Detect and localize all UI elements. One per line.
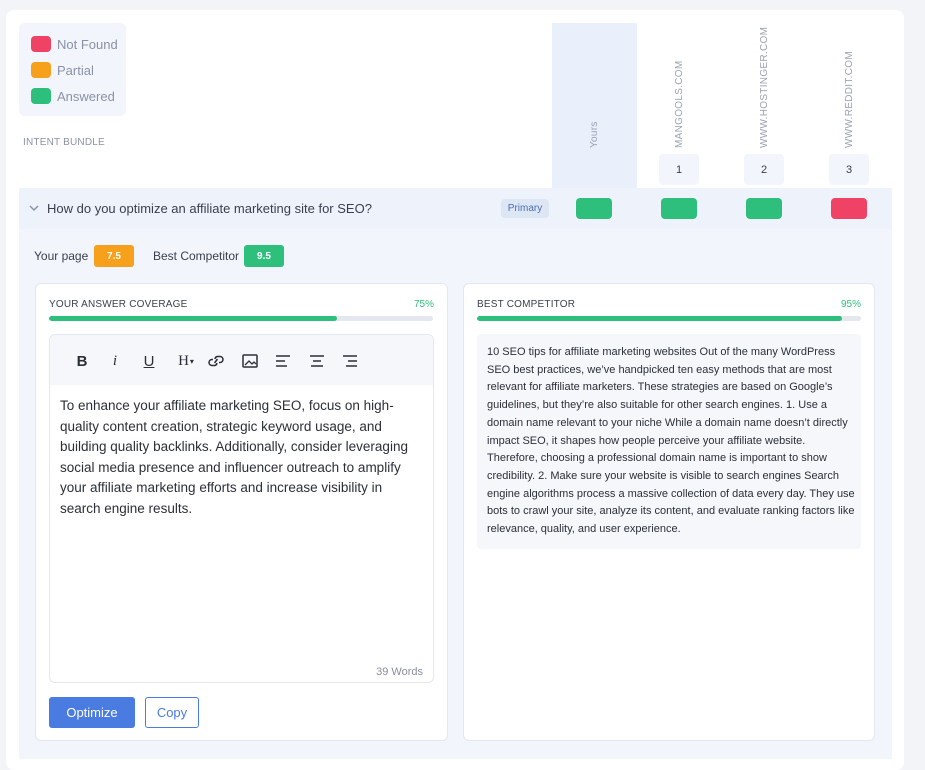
- link-icon[interactable]: [206, 351, 226, 371]
- chevron-down-icon[interactable]: [27, 201, 41, 215]
- partial-swatch: [31, 62, 51, 78]
- status-legend: Not Found Partial Answered: [19, 23, 126, 116]
- not-found-swatch: [31, 36, 51, 52]
- align-right-icon[interactable]: [340, 351, 360, 371]
- align-center-icon[interactable]: [307, 351, 327, 371]
- legend-label: Answered: [57, 88, 115, 104]
- heading-icon[interactable]: H ▾: [172, 351, 200, 371]
- coverage-bar: [49, 316, 433, 321]
- best-competitor-score: 9.5: [244, 245, 284, 267]
- primary-badge: Primary: [501, 199, 549, 218]
- coverage-bar: [477, 316, 861, 321]
- legend-label: Not Found: [57, 36, 118, 52]
- question-text: How do you optimize an affiliate marketi…: [47, 201, 372, 216]
- bold-icon[interactable]: B: [72, 351, 92, 371]
- best-competitor-panel: BEST COMPETITOR 95% 10 SEO tips for affi…: [463, 283, 875, 741]
- coverage-bar-fill: [477, 316, 842, 321]
- underline-icon[interactable]: U: [139, 351, 159, 371]
- competitor-site-label: WWW.HOSTINGER.COM: [759, 26, 770, 148]
- legend-answered: Answered: [31, 87, 115, 105]
- italic-icon[interactable]: i: [105, 351, 125, 371]
- competitor-site-label: MANGOOLS.COM: [674, 60, 685, 149]
- image-icon[interactable]: [240, 351, 260, 371]
- coverage-bar-fill: [49, 316, 337, 321]
- your-page-label: Your page: [34, 249, 89, 263]
- best-competitor-label: Best Competitor: [153, 249, 240, 263]
- align-left-icon[interactable]: [273, 351, 293, 371]
- status-mangools: [661, 198, 697, 219]
- competitor-rank: 2: [744, 154, 784, 185]
- optimize-button[interactable]: Optimize: [49, 697, 135, 728]
- legend-partial: Partial: [31, 61, 94, 79]
- answer-editor[interactable]: B i U H ▾ To enhance your affiliate mark…: [49, 334, 434, 683]
- competitor-site-label: WWW.REDDIT.COM: [844, 51, 855, 148]
- competitor-answer-box: 10 SEO tips for affiliate marketing webs…: [477, 334, 861, 549]
- yours-header-label: Yours: [589, 121, 600, 148]
- status-reddit: [831, 198, 867, 219]
- coverage-percent: 75%: [413, 299, 434, 310]
- question-detail: Your page 7.5 Best Competitor 9.5 YOUR A…: [19, 229, 892, 759]
- yours-column-header: [552, 23, 637, 188]
- competitor-rank: 3: [829, 154, 869, 185]
- panel-title: YOUR ANSWER COVERAGE: [49, 299, 188, 310]
- intent-bundle-label: INTENT BUNDLE: [23, 137, 105, 148]
- answer-coverage-panel: YOUR ANSWER COVERAGE 75% B i U H ▾ To en…: [35, 283, 448, 741]
- your-page-score: 7.5: [94, 245, 134, 267]
- question-row[interactable]: How do you optimize an affiliate marketi…: [19, 188, 892, 229]
- panel-title: BEST COMPETITOR: [477, 299, 576, 310]
- competitor-rank: 1: [659, 154, 699, 185]
- legend-label: Partial: [57, 62, 94, 78]
- legend-not-found: Not Found: [31, 35, 118, 53]
- editor-toolbar: B i U H ▾: [50, 335, 433, 385]
- status-yours: [576, 198, 612, 219]
- competitor-answer-text: 10 SEO tips for affiliate marketing webs…: [487, 346, 855, 536]
- coverage-percent: 95%: [840, 299, 861, 310]
- answer-text[interactable]: To enhance your affiliate marketing SEO,…: [60, 396, 425, 519]
- word-count: 39 Words: [376, 666, 423, 678]
- status-hostinger: [746, 198, 782, 219]
- copy-button[interactable]: Copy: [145, 697, 199, 728]
- answered-swatch: [31, 88, 51, 104]
